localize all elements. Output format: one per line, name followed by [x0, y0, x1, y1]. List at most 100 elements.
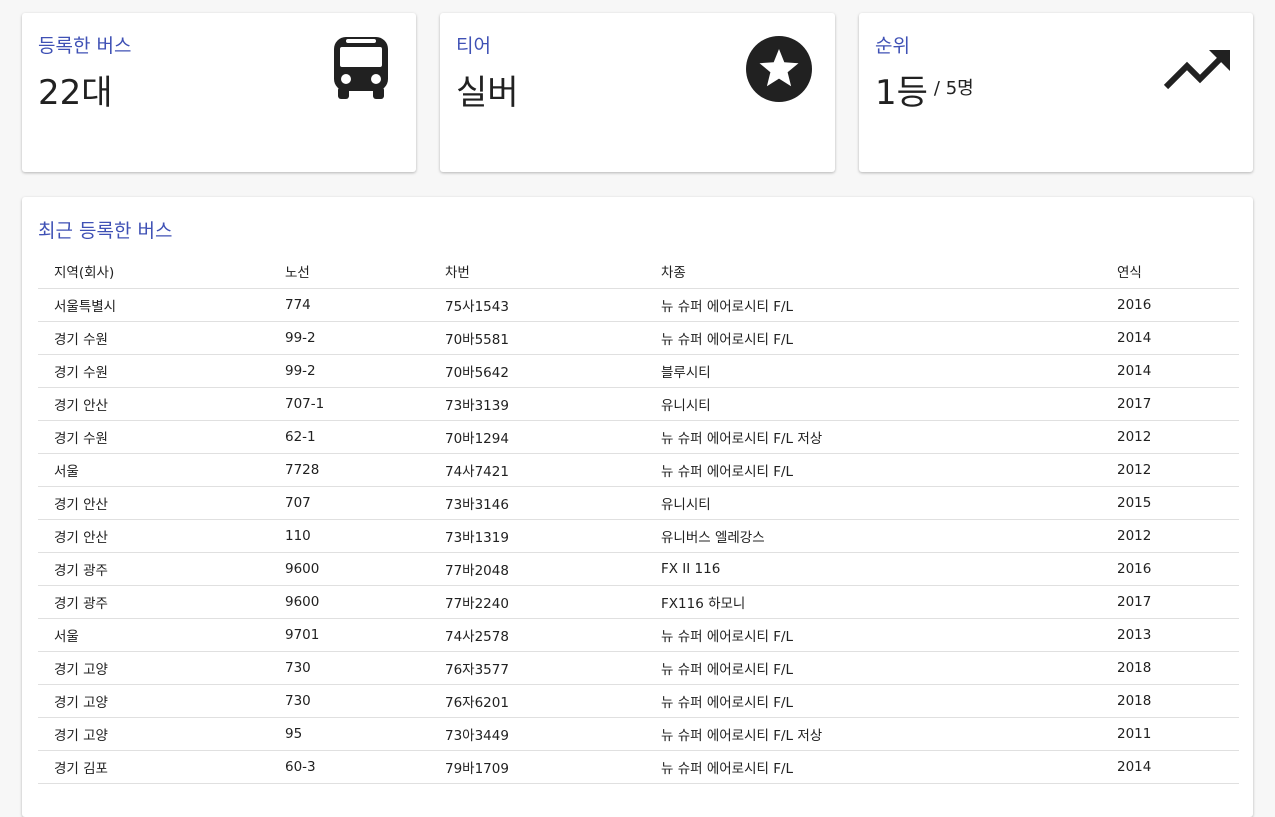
cell-model: 뉴 슈퍼 에어로시티 F/L [645, 453, 1101, 487]
tier-card: 티어 실버 [440, 13, 835, 172]
cell-region: 경기 수원 [38, 321, 269, 355]
cell-model: 뉴 슈퍼 에어로시티 F/L [645, 750, 1101, 784]
star-circle-icon [746, 36, 812, 102]
cell-route: 99-2 [269, 321, 429, 355]
table-row: 경기 안산 707-1 73바3139 유니시티 2017 [38, 387, 1239, 421]
cell-year: 2011 [1101, 717, 1239, 751]
cell-region: 경기 수원 [38, 354, 269, 388]
cell-model: 뉴 슈퍼 에어로시티 F/L [645, 288, 1101, 322]
rank-value: 1등 [875, 73, 928, 113]
recent-buses-card: 최근 등록한 버스 지역(회사) 노선 차번 차종 연식 서울특별시 774 75사… [22, 197, 1253, 817]
cell-plate: 73바3146 [429, 486, 645, 520]
cell-year: 2014 [1101, 321, 1239, 355]
cell-region: 경기 안산 [38, 486, 269, 520]
trending-up-icon [1163, 50, 1230, 90]
cell-model: FX II 116 [645, 552, 1101, 586]
cell-route: 730 [269, 684, 429, 718]
cell-route: 774 [269, 288, 429, 322]
header-model: 차종 [645, 255, 1101, 289]
header-route: 노선 [269, 255, 429, 289]
header-year: 연식 [1101, 255, 1239, 289]
cell-model: 뉴 슈퍼 에어로시티 F/L [645, 651, 1101, 685]
cell-route: 707-1 [269, 387, 429, 421]
table-row: 경기 광주 9600 77바2240 FX116 하모니 2017 [38, 585, 1239, 619]
table-row: 서울특별시 774 75사1543 뉴 슈퍼 에어로시티 F/L 2016 [38, 288, 1239, 322]
cell-region: 서울특별시 [38, 288, 269, 322]
table-row: 경기 고양 730 76자6201 뉴 슈퍼 에어로시티 F/L 2018 [38, 684, 1239, 718]
cell-model: 유니시티 [645, 486, 1101, 520]
cell-year: 2013 [1101, 618, 1239, 652]
table-row: 경기 고양 730 76자3577 뉴 슈퍼 에어로시티 F/L 2018 [38, 651, 1239, 685]
rank-total: / 5명 [933, 78, 974, 99]
cell-region: 경기 광주 [38, 552, 269, 586]
cell-year: 2012 [1101, 453, 1239, 487]
recent-buses-title: 최근 등록한 버스 [38, 220, 173, 242]
cell-year: 2014 [1101, 354, 1239, 388]
cell-year: 2017 [1101, 387, 1239, 421]
table-row: 경기 안산 110 73바1319 유니버스 엘레강스 2012 [38, 519, 1239, 553]
table-header-row: 지역(회사) 노선 차번 차종 연식 [38, 255, 1239, 289]
cell-route: 60-3 [269, 750, 429, 784]
cell-plate: 77바2240 [429, 585, 645, 619]
cell-region: 경기 수원 [38, 420, 269, 454]
cell-year: 2014 [1101, 750, 1239, 784]
cell-region: 경기 안산 [38, 387, 269, 421]
cell-plate: 74사2578 [429, 618, 645, 652]
bus-icon [334, 37, 388, 99]
cell-year: 2012 [1101, 519, 1239, 553]
cell-model: 유니시티 [645, 387, 1101, 421]
cell-route: 7728 [269, 453, 429, 487]
table-row: 경기 고양 95 73아3449 뉴 슈퍼 에어로시티 F/L 저상 2011 [38, 717, 1239, 751]
cell-year: 2018 [1101, 684, 1239, 718]
header-region: 지역(회사) [38, 255, 269, 289]
table-row: 경기 김포 60-3 79바1709 뉴 슈퍼 에어로시티 F/L 2014 [38, 750, 1239, 784]
cell-route: 707 [269, 486, 429, 520]
cell-model: 뉴 슈퍼 에어로시티 F/L [645, 321, 1101, 355]
cell-plate: 70바5581 [429, 321, 645, 355]
table-row: 경기 수원 62-1 70바1294 뉴 슈퍼 에어로시티 F/L 저상 2012 [38, 420, 1239, 454]
cell-year: 2016 [1101, 552, 1239, 586]
cell-route: 62-1 [269, 420, 429, 454]
rank-card: 순위 1등/ 5명 [859, 13, 1253, 172]
cell-region: 경기 김포 [38, 750, 269, 784]
cell-model: 블루시티 [645, 354, 1101, 388]
tier-label: 티어 [456, 35, 491, 57]
cell-plate: 79바1709 [429, 750, 645, 784]
header-plate: 차번 [429, 255, 645, 289]
cell-year: 2012 [1101, 420, 1239, 454]
cell-region: 경기 고양 [38, 717, 269, 751]
cell-route: 99-2 [269, 354, 429, 388]
cell-route: 9600 [269, 585, 429, 619]
cell-plate: 76자3577 [429, 651, 645, 685]
cell-year: 2015 [1101, 486, 1239, 520]
table-row: 경기 안산 707 73바3146 유니시티 2015 [38, 486, 1239, 520]
cell-model: FX116 하모니 [645, 585, 1101, 619]
cell-plate: 76자6201 [429, 684, 645, 718]
cell-plate: 75사1543 [429, 288, 645, 322]
cell-route: 9701 [269, 618, 429, 652]
rank-value-wrap: 1등/ 5명 [875, 65, 974, 114]
cell-model: 뉴 슈퍼 에어로시티 F/L [645, 618, 1101, 652]
table-row: 경기 광주 9600 77바2048 FX II 116 2016 [38, 552, 1239, 586]
cell-model: 뉴 슈퍼 에어로시티 F/L 저상 [645, 717, 1101, 751]
cell-year: 2016 [1101, 288, 1239, 322]
cell-region: 경기 고양 [38, 684, 269, 718]
cell-model: 유니버스 엘레강스 [645, 519, 1101, 553]
cell-model: 뉴 슈퍼 에어로시티 F/L [645, 684, 1101, 718]
table-body: 서울특별시 774 75사1543 뉴 슈퍼 에어로시티 F/L 2016 경기 수원 99… [38, 288, 1239, 784]
cell-year: 2017 [1101, 585, 1239, 619]
registered-bus-count: 22대 [38, 73, 113, 113]
cell-plate: 74사7421 [429, 453, 645, 487]
cell-plate: 77바2048 [429, 552, 645, 586]
registered-bus-card: 등록한 버스 22대 [22, 13, 416, 172]
table-row: 경기 수원 99-2 70바5642 블루시티 2014 [38, 354, 1239, 388]
cell-route: 730 [269, 651, 429, 685]
cell-route: 95 [269, 717, 429, 751]
table-row: 서울 9701 74사2578 뉴 슈퍼 에어로시티 F/L 2013 [38, 618, 1239, 652]
tier-value: 실버 [456, 73, 519, 113]
recent-buses-table: 지역(회사) 노선 차번 차종 연식 서울특별시 774 75사1543 뉴 슈퍼 에… [38, 255, 1239, 784]
cell-model: 뉴 슈퍼 에어로시티 F/L 저상 [645, 420, 1101, 454]
cell-region: 서울 [38, 453, 269, 487]
cell-plate: 70바5642 [429, 354, 645, 388]
cell-region: 경기 안산 [38, 519, 269, 553]
